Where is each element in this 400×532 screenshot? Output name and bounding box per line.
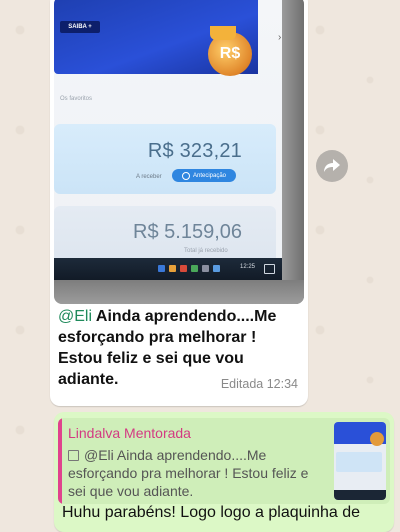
- photo-chevron-icon: ›: [278, 32, 282, 43]
- edited-label: Editada: [220, 377, 264, 391]
- photo-laptop-screen: SAIBA + R$ › Os favoritos R$ 323,21 A re…: [54, 0, 286, 296]
- photo-faded-label: Os favoritos: [60, 96, 93, 102]
- message-meta: Editada 12:34: [221, 377, 298, 391]
- message-photo[interactable]: SAIBA + R$ › Os favoritos R$ 323,21 A re…: [54, 0, 304, 304]
- photo-banner-coin-label: R$: [219, 45, 241, 62]
- image-icon: [68, 450, 79, 461]
- photo-advance-button: Antecipação: [172, 169, 236, 182]
- reply-text: Huhu parabéns! Logo logo a plaquinha de: [62, 504, 361, 521]
- photo-receivable-label: A receber: [136, 174, 162, 180]
- photo-advance-icon: [181, 171, 190, 180]
- photo-promo-banner: SAIBA + R$: [54, 0, 258, 76]
- quoted-message[interactable]: Lindalva Mentorada @Eli Ainda aprendendo…: [58, 418, 390, 504]
- outgoing-message-bubble[interactable]: Lindalva Mentorada @Eli Ainda aprendendo…: [54, 412, 394, 532]
- photo-laptop-base: [54, 280, 304, 304]
- photo-advance-label: Antecipação: [192, 172, 227, 179]
- photo-banner-button: SAIBA +: [60, 21, 100, 33]
- photo-taskbar-tray: [158, 265, 220, 272]
- photo-notification-icon: [264, 264, 275, 274]
- photo-laptop-frame: [282, 0, 304, 304]
- photo-banner-coin: R$: [208, 26, 252, 76]
- quote-text: @Eli Ainda aprendendo....Me esforçando p…: [68, 447, 309, 499]
- photo-taskbar-clock: 12:25: [240, 264, 256, 270]
- caption-mention[interactable]: @Eli: [58, 308, 92, 325]
- photo-total-amount: R$ 5.159,06: [133, 221, 242, 243]
- message-time: 12:34: [266, 377, 298, 391]
- quote-author: Lindalva Mentorada: [68, 425, 191, 441]
- photo-balance-amount: R$ 323,21: [147, 140, 242, 162]
- incoming-message-bubble[interactable]: SAIBA + R$ › Os favoritos R$ 323,21 A re…: [50, 0, 308, 406]
- forward-button[interactable]: [316, 150, 348, 182]
- photo-total-label: Total já recebido: [184, 248, 228, 254]
- quote-thumbnail: [334, 422, 386, 500]
- quote-accent-bar: [58, 418, 62, 504]
- quote-text-block: @Eli Ainda aprendendo....Me esforçando p…: [68, 446, 318, 500]
- photo-taskbar: 12:25: [54, 258, 286, 280]
- forward-icon: [324, 159, 340, 172]
